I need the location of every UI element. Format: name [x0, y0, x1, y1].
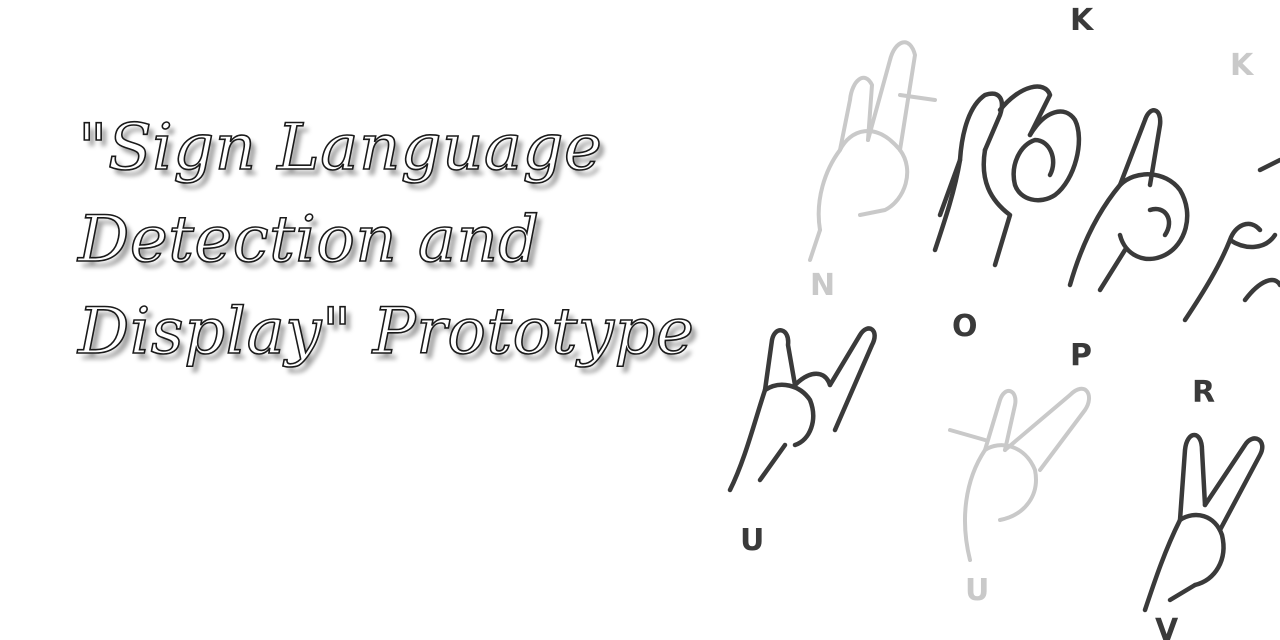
title-line-2: Detection and [77, 202, 540, 278]
hand-y-icon [727, 326, 877, 493]
page-title: "Sign Language Detection and Display" Pr… [77, 102, 798, 378]
letter-p-label: P [1070, 338, 1092, 373]
letter-n-label: N [810, 268, 835, 303]
hand-r-icon [1182, 157, 1280, 323]
faint-hand-r-icon [808, 40, 937, 262]
title-line-1: "Sign Language [77, 110, 603, 186]
letter-v-label: V [1155, 613, 1179, 640]
letter-k-faint-label: K [1230, 48, 1255, 83]
faint-hand-x-icon [948, 386, 1091, 562]
letter-u-faint-label: U [965, 573, 989, 608]
title-line-3: Display" Prototype [77, 294, 695, 370]
hand-v-icon [1142, 432, 1265, 613]
sign-language-hands-illustration: K K N O P R U U V [700, 0, 1280, 640]
hand-d-icon [1067, 108, 1190, 293]
letter-k-label: K [1070, 3, 1095, 38]
hand-o-icon [932, 84, 1082, 268]
letter-o-label: O [952, 309, 978, 344]
letter-r-label: R [1192, 375, 1215, 410]
letter-u-label: U [740, 523, 764, 558]
